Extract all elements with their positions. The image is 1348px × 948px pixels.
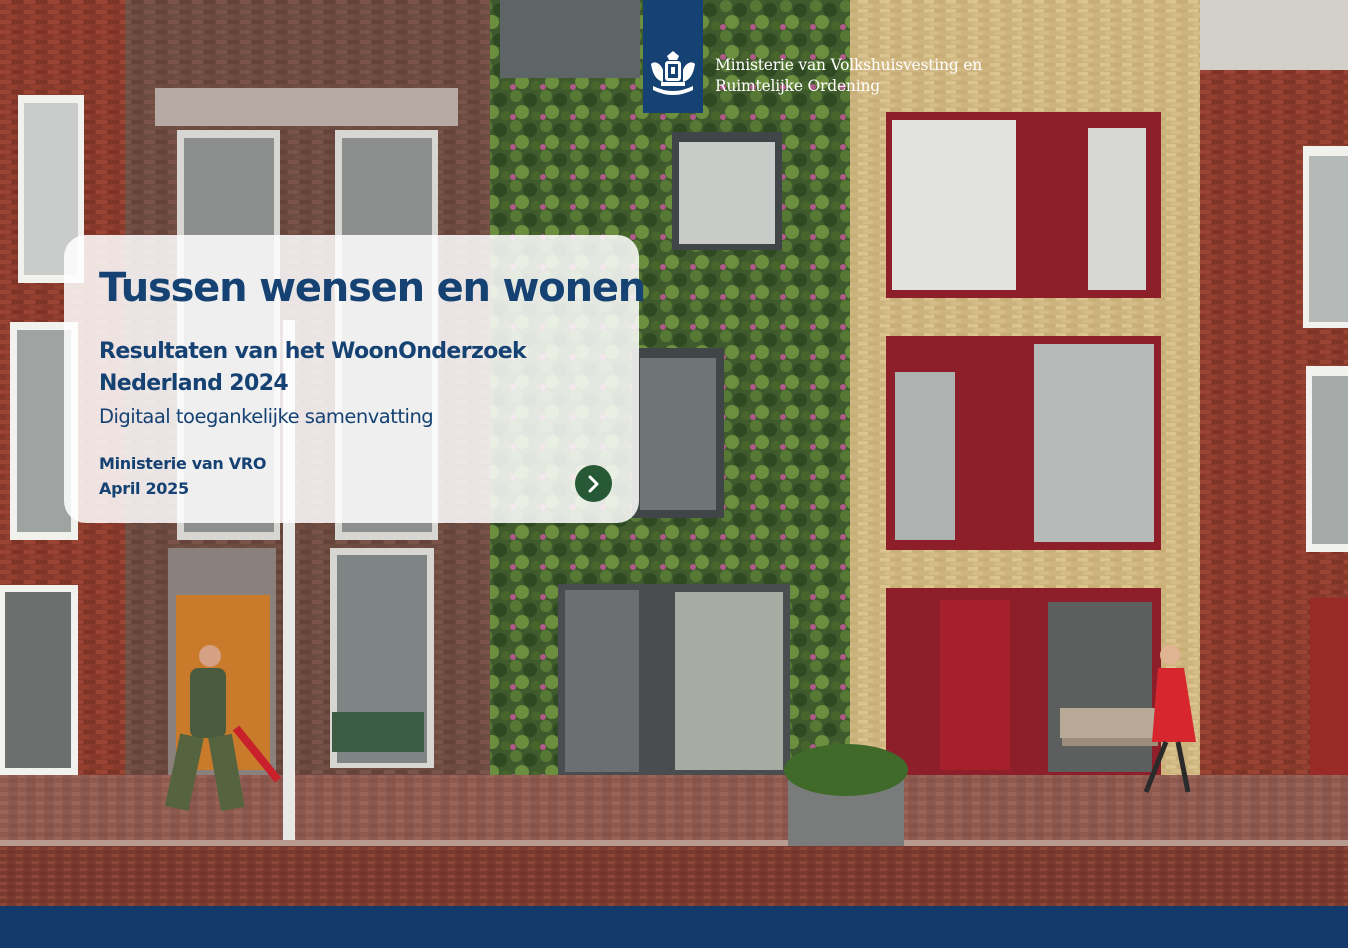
rijksoverheid-emblem-icon xyxy=(651,51,695,95)
subtitle-line2: Nederland 2024 xyxy=(99,371,289,396)
footer-bar xyxy=(0,906,1348,948)
ministry-name-line2: Ruimtelijke Ordening xyxy=(715,77,880,95)
next-page-button[interactable] xyxy=(575,465,612,502)
rijksoverheid-logo[interactable] xyxy=(643,0,703,113)
publisher: Ministerie van VRO xyxy=(99,454,267,473)
subtitle-line1: Resultaten van het WoonOnderzoek xyxy=(99,339,527,364)
page-subtitle: Resultaten van het WoonOnderzoek Nederla… xyxy=(99,336,579,400)
chevron-right-icon xyxy=(588,475,598,492)
page-tagline: Digitaal toegankelijke samenvatting xyxy=(99,405,434,428)
page-title: Tussen wensen en wonen xyxy=(99,265,646,311)
ministry-name-line1: Ministerie van Volkshuisvesting en xyxy=(715,56,983,74)
publication-date: April 2025 xyxy=(99,479,189,498)
ministry-name: Ministerie van Volkshuisvesting en Ruimt… xyxy=(715,55,1015,97)
intro-card: Tussen wensen en wonen Resultaten van he… xyxy=(64,235,646,523)
